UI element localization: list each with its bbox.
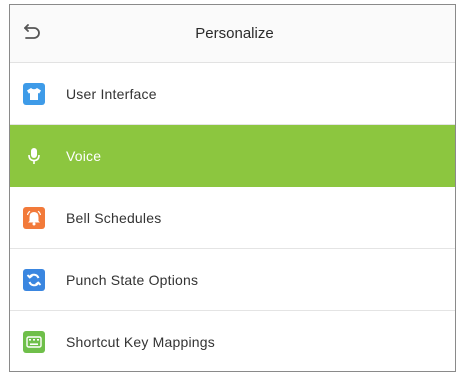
header-bar: Personalize [10, 5, 455, 63]
menu-item-bell-schedules[interactable]: Bell Schedules [10, 187, 455, 249]
menu-item-shortcut-key-mappings[interactable]: Shortcut Key Mappings [10, 311, 455, 371]
menu-item-user-interface[interactable]: User Interface [10, 63, 455, 125]
menu-item-label: Bell Schedules [66, 209, 162, 226]
shirt-icon [23, 82, 45, 105]
settings-menu: User Interface Voice Bell Schedules Punc… [10, 63, 455, 371]
menu-item-label: Voice [66, 147, 102, 164]
menu-item-voice[interactable]: Voice [10, 125, 455, 187]
keyboard-icon [23, 330, 45, 353]
menu-item-label: Shortcut Key Mappings [66, 333, 215, 350]
bell-icon [23, 206, 45, 229]
microphone-icon [23, 145, 45, 167]
page-title: Personalize [195, 25, 274, 42]
menu-item-punch-state-options[interactable]: Punch State Options [10, 249, 455, 311]
menu-item-label: User Interface [66, 85, 157, 102]
personalize-screen: Personalize User Interface Voice Bell Sc… [9, 4, 456, 372]
menu-item-label: Punch State Options [66, 271, 199, 288]
refresh-icon [23, 268, 45, 291]
